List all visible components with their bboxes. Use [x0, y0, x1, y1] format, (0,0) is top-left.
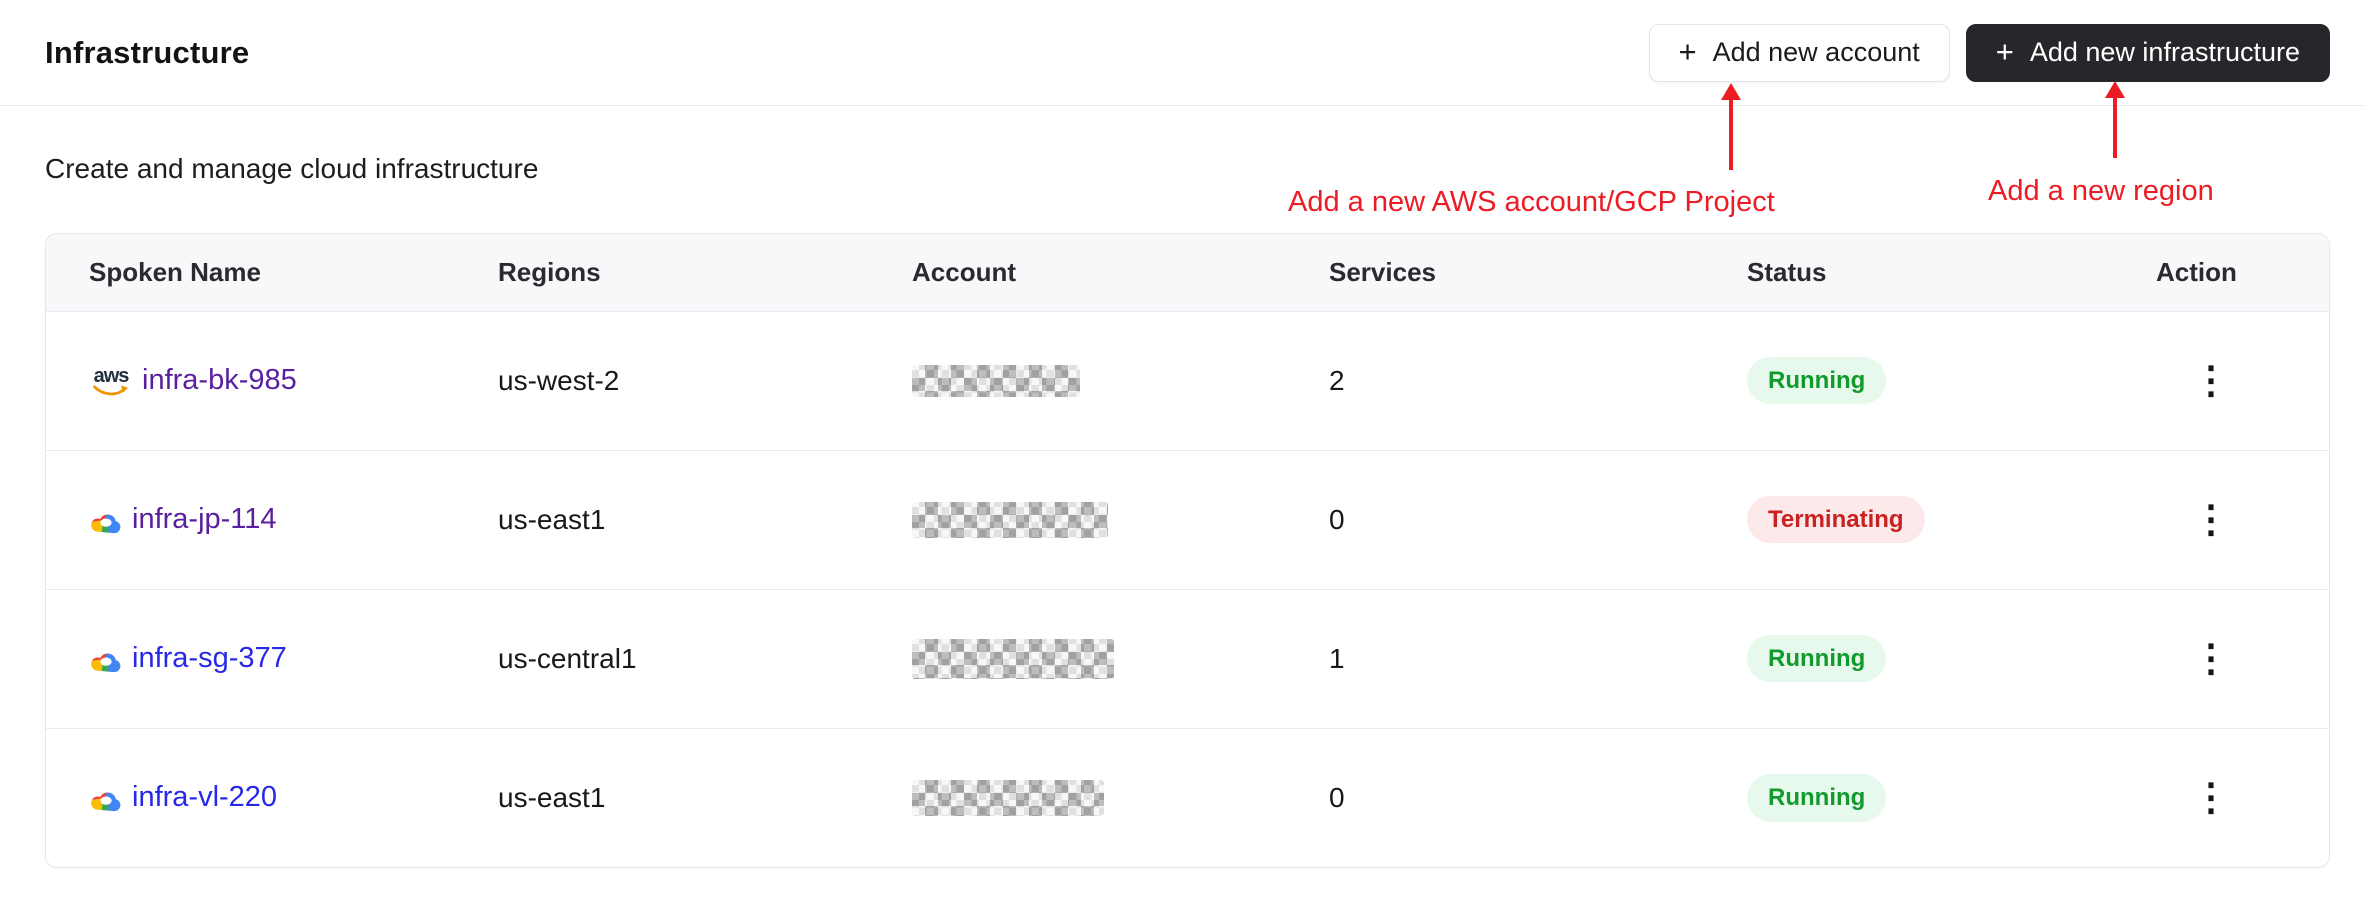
annotation-arrow-account [1729, 98, 1733, 170]
gcp-cloud-icon [91, 513, 121, 533]
region-cell: us-central1 [455, 588, 869, 728]
add-new-account-button[interactable]: + Add new account [1648, 23, 1950, 82]
redacted-account-value [912, 501, 1108, 538]
infrastructure-link[interactable]: infra-bk-985 [142, 364, 297, 397]
add-new-infrastructure-label: Add new infrastructure [2029, 37, 2300, 67]
status-badge: Running [1747, 773, 1887, 822]
column-header-account: Account [869, 234, 1286, 311]
annotation-arrow-region [2113, 96, 2117, 158]
services-count: 0 [1286, 449, 1704, 589]
region-cell: us-east1 [455, 449, 869, 589]
main-content: Create and manage cloud infrastructure S… [0, 152, 2364, 868]
services-count: 2 [1286, 310, 1704, 450]
gcp-cloud-icon [91, 792, 121, 811]
infrastructure-link[interactable]: infra-sg-377 [132, 642, 287, 675]
gcp-cloud-icon [91, 652, 121, 672]
status-badge: Running [1747, 356, 1887, 405]
region-cell: us-west-2 [455, 310, 869, 450]
services-count: 1 [1286, 588, 1704, 728]
services-count: 0 [1286, 727, 1704, 867]
kebab-menu-icon[interactable]: ⋮ [2182, 636, 2240, 682]
table-row: infra-vl-220 us-east1 0 Running ⋮ [46, 727, 2329, 867]
add-new-account-label: Add new account [1712, 37, 1920, 67]
annotation-account-note: Add a new AWS account/GCP Project [1288, 186, 1775, 218]
kebab-menu-icon[interactable]: ⋮ [2182, 775, 2240, 821]
status-badge: Terminating [1747, 495, 1925, 544]
redacted-account-value [912, 638, 1114, 679]
column-header-status: Status [1704, 234, 2113, 311]
column-header-action: Action [2113, 234, 2329, 311]
column-header-services: Services [1286, 234, 1704, 311]
plus-icon: + [1995, 34, 2014, 69]
kebab-menu-icon[interactable]: ⋮ [2182, 497, 2240, 543]
annotation-region-note: Add a new region [1988, 175, 2214, 207]
column-header-regions: Regions [455, 234, 869, 311]
add-new-infrastructure-button[interactable]: + Add new infrastructure [1965, 23, 2330, 82]
redacted-account-value [912, 364, 1080, 397]
topbar-actions: + Add new account + Add new infrastructu… [1648, 23, 2330, 82]
aws-icon: aws [89, 366, 133, 396]
status-badge: Running [1747, 634, 1887, 683]
kebab-menu-icon[interactable]: ⋮ [2182, 358, 2240, 404]
page-title: Infrastructure [45, 34, 250, 70]
redacted-account-value [912, 779, 1104, 816]
infrastructure-link[interactable]: infra-vl-220 [132, 781, 277, 814]
plus-icon: + [1678, 34, 1697, 69]
topbar: Infrastructure + Add new account + Add n… [0, 0, 2364, 106]
column-header-spoken-name: Spoken Name [46, 234, 455, 311]
table-header-row: Spoken Name Regions Account Services Sta… [46, 234, 2329, 311]
table-row: aws infra-bk-985 us-west-2 2 Running ⋮ [46, 310, 2329, 450]
table-row: infra-jp-114 us-east1 0 Terminating ⋮ [46, 449, 2329, 589]
region-cell: us-east1 [455, 727, 869, 867]
table-row: infra-sg-377 us-central1 1 Running ⋮ [46, 588, 2329, 728]
infrastructure-link[interactable]: infra-jp-114 [132, 503, 277, 536]
infrastructure-table: Spoken Name Regions Account Services Sta… [45, 233, 2330, 868]
